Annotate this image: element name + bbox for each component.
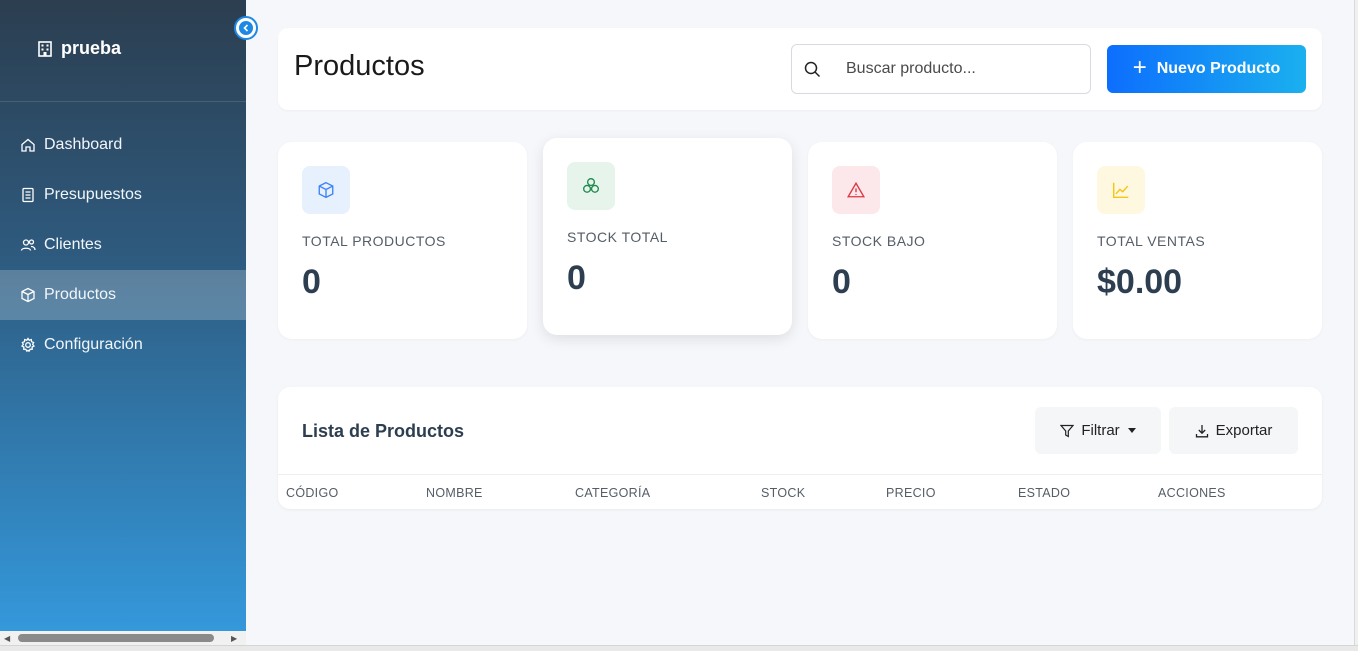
stat-card-stock-bajo: STOCK BAJO 0 xyxy=(808,142,1057,339)
search-icon xyxy=(804,61,821,78)
sidebar-item-dashboard[interactable]: Dashboard xyxy=(0,120,246,170)
column-header-estado[interactable]: ESTADO xyxy=(1018,486,1070,500)
page-header: Productos + Nuevo Producto xyxy=(278,28,1322,110)
stat-label: TOTAL PRODUCTOS xyxy=(302,233,446,249)
stat-card-total-ventas: TOTAL VENTAS $0.00 xyxy=(1073,142,1322,339)
bottom-border xyxy=(0,645,1358,651)
stat-value: 0 xyxy=(832,263,851,301)
sidebar-item-presupuestos[interactable]: Presupuestos xyxy=(0,170,246,220)
filter-icon xyxy=(1060,424,1075,438)
stat-label: STOCK BAJO xyxy=(832,233,926,249)
box-icon xyxy=(318,181,334,199)
column-header-precio[interactable]: PRECIO xyxy=(886,486,936,500)
sidebar-item-label: Configuración xyxy=(44,336,143,353)
vertical-scrollbar[interactable] xyxy=(1354,0,1358,645)
sidebar-item-label: Clientes xyxy=(44,236,102,253)
stat-icon-wrap xyxy=(1097,166,1145,214)
scroll-left-arrow-icon[interactable]: ◀ xyxy=(4,634,10,643)
new-product-label: Nuevo Producto xyxy=(1156,60,1281,77)
table-header: CÓDIGO NOMBRE CATEGORÍA STOCK PRECIO EST… xyxy=(278,474,1322,509)
brand[interactable]: prueba xyxy=(0,0,246,102)
stat-value: 0 xyxy=(567,259,586,297)
new-product-button[interactable]: + Nuevo Producto xyxy=(1107,45,1306,93)
column-header-categoria[interactable]: CATEGORÍA xyxy=(575,486,650,500)
export-button[interactable]: Exportar xyxy=(1169,407,1298,454)
caret-down-icon xyxy=(1127,428,1136,433)
chevron-left-icon xyxy=(239,21,253,35)
sidebar-nav: Dashboard Presupuestos Clientes Producto… xyxy=(0,120,246,370)
download-icon xyxy=(1195,424,1208,437)
warning-icon xyxy=(847,181,865,198)
stat-value: 0 xyxy=(302,263,321,301)
box-icon xyxy=(21,287,35,303)
export-label: Exportar xyxy=(1215,422,1273,439)
list-title: Lista de Productos xyxy=(302,421,465,441)
column-header-codigo[interactable]: CÓDIGO xyxy=(286,486,339,500)
search-box xyxy=(791,44,1091,94)
column-header-stock[interactable]: STOCK xyxy=(761,486,805,500)
search-input[interactable] xyxy=(846,45,1082,93)
stat-card-total-productos: TOTAL PRODUCTOS 0 xyxy=(278,142,527,339)
document-icon xyxy=(22,187,34,203)
home-icon xyxy=(21,138,35,152)
sidebar: prueba Dashboard Presupuestos Clientes P… xyxy=(0,0,246,631)
building-icon xyxy=(38,40,52,57)
filter-button[interactable]: Filtrar xyxy=(1035,407,1161,454)
stat-icon-wrap xyxy=(567,162,615,210)
chart-line-icon xyxy=(1112,182,1129,199)
brand-name: prueba xyxy=(61,38,122,58)
plus-icon: + xyxy=(1132,53,1147,81)
gear-icon xyxy=(20,337,36,353)
sidebar-item-clientes[interactable]: Clientes xyxy=(0,220,246,270)
horizontal-scrollbar[interactable]: ◀ ▶ xyxy=(0,631,246,645)
users-icon xyxy=(20,239,36,251)
stat-icon-wrap xyxy=(302,166,350,214)
sidebar-item-configuracion[interactable]: Configuración xyxy=(0,320,246,370)
column-header-nombre[interactable]: NOMBRE xyxy=(426,486,483,500)
stat-value: $0.00 xyxy=(1097,263,1183,301)
column-header-acciones[interactable]: ACCIONES xyxy=(1158,486,1226,500)
scrollbar-thumb[interactable] xyxy=(18,634,214,642)
sidebar-item-label: Presupuestos xyxy=(44,186,142,203)
stat-card-stock-total: STOCK TOTAL 0 xyxy=(543,138,792,335)
boxes-icon xyxy=(583,178,599,193)
stat-icon-wrap xyxy=(832,166,880,214)
sidebar-item-label: Productos xyxy=(44,286,117,303)
scroll-right-arrow-icon[interactable]: ▶ xyxy=(231,634,237,643)
page-title: Productos xyxy=(294,50,425,82)
stat-label: STOCK TOTAL xyxy=(567,229,668,245)
sidebar-item-productos[interactable]: Productos xyxy=(0,270,246,320)
sidebar-toggle-button[interactable] xyxy=(234,16,258,40)
stat-label: TOTAL VENTAS xyxy=(1097,233,1206,249)
sidebar-item-label: Dashboard xyxy=(44,136,123,153)
filter-label: Filtrar xyxy=(1081,422,1120,439)
product-list-card: Lista de Productos Filtrar Exportar CÓDI… xyxy=(278,387,1322,509)
